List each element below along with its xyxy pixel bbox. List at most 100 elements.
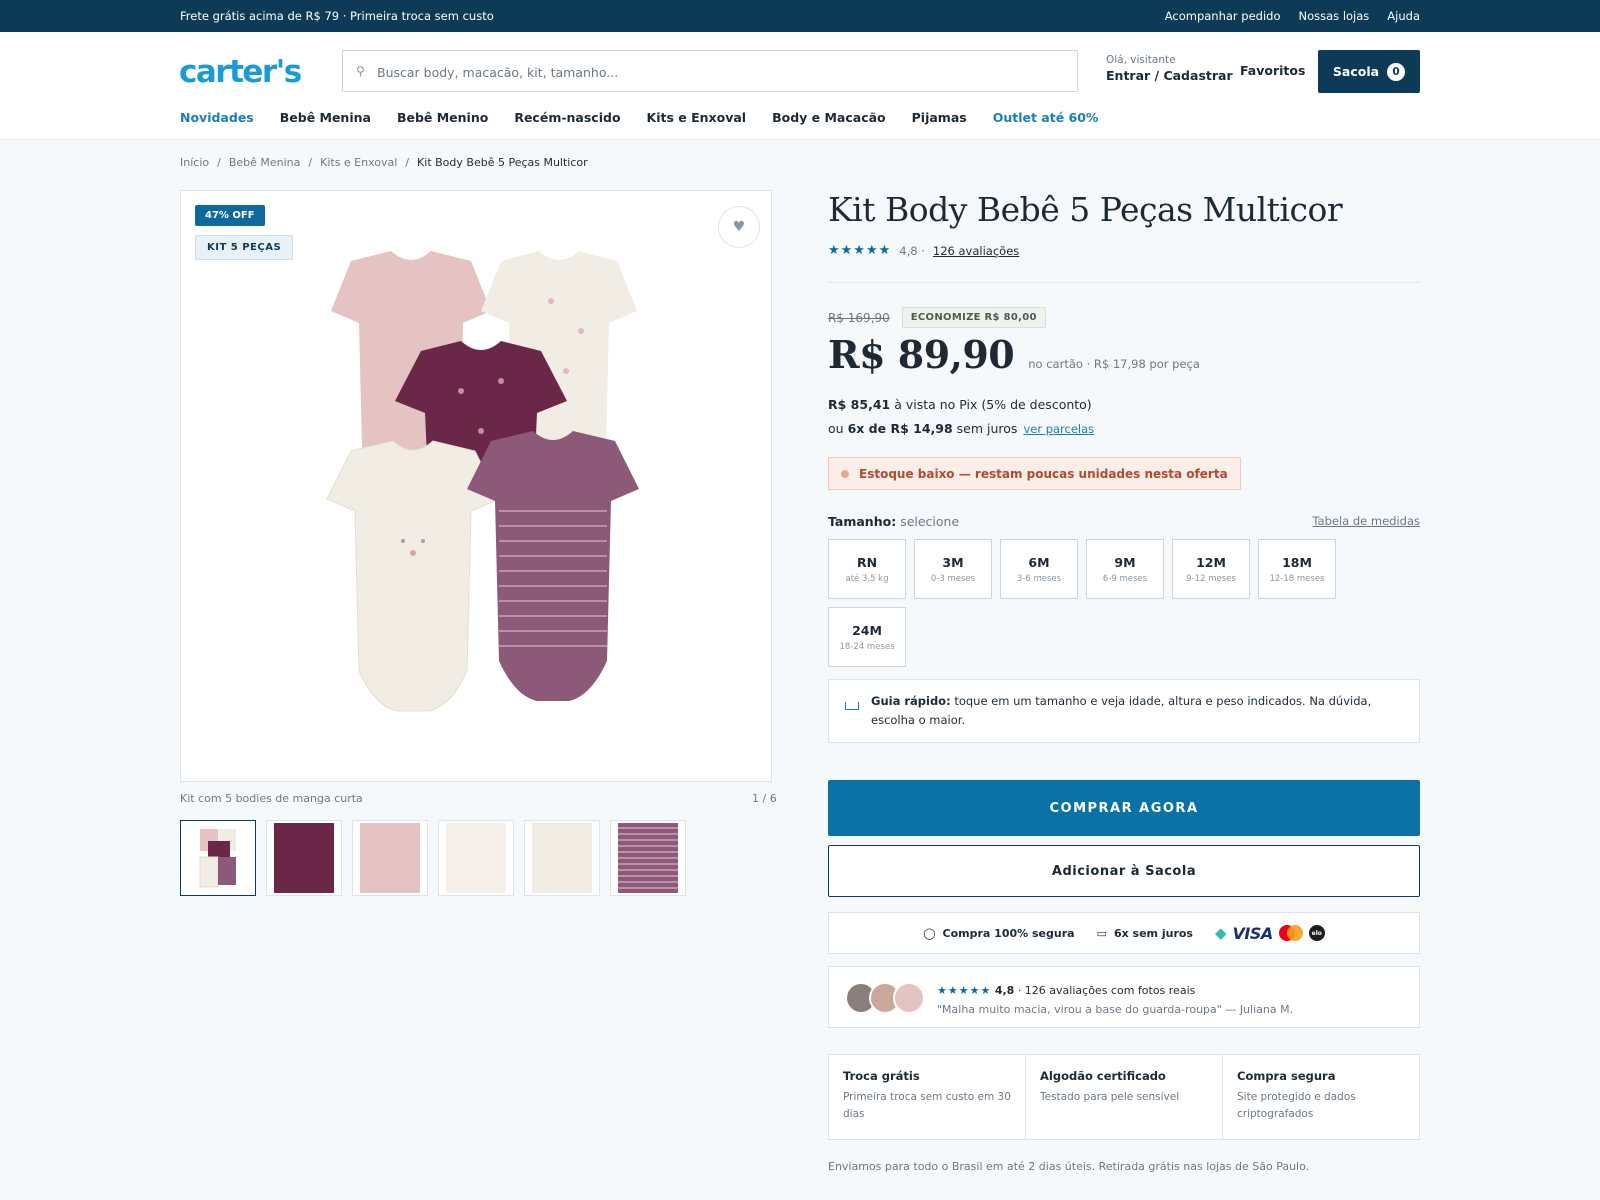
review-score: 4,8 (994, 984, 1015, 997)
breadcrumb: Início / Bebê Menina / Kits e Enxoval / … (180, 156, 588, 169)
promo-text: Frete grátis acima de R$ 79 · Primeira t… (180, 9, 494, 23)
size-desc: 18-24 meses (839, 641, 895, 652)
size-name: 18M (1282, 554, 1312, 570)
feature-secure-purchase: Compra segura Site protegido e dados cri… (1223, 1055, 1419, 1139)
size-option-rn[interactable]: RN até 3,5 kg (828, 539, 906, 599)
bag-label: Sacola (1332, 64, 1380, 79)
product-info: Kit Body Bebê 5 Peças Multicor ★★★★★ 4,8… (828, 190, 1420, 743)
breadcrumb-current: Kit Body Bebê 5 Peças Multicor (417, 156, 588, 169)
size-name: RN (856, 554, 878, 570)
feature-free-exchange: Troca grátis Primeira troca sem custo em… (829, 1055, 1026, 1139)
feature-certified-cotton: Algodão certificado Testado para pele se… (1026, 1055, 1223, 1139)
nav-item-body[interactable]: Body e Macacão (772, 110, 886, 125)
thumbnail-image (199, 829, 236, 888)
pix-text: à vista no Pix (5% de desconto) (894, 397, 1092, 412)
reviews-summary[interactable]: ★★★★★ 4,8 · 126 avaliações com fotos rea… (828, 966, 1420, 1028)
payment-methods: ◆ VISA elo (1215, 924, 1325, 943)
product-image-gallery[interactable]: 47% OFF KIT 5 PEÇAS ♥ (180, 190, 772, 782)
pix-price: R$ 85,41 (828, 397, 891, 412)
size-option-18m[interactable]: 18M 12-18 meses (1258, 539, 1336, 599)
search-icon: ⚲ (356, 64, 365, 78)
payment-options: R$ 85,41 à vista no Pix (5% de desconto)… (828, 393, 1420, 441)
breadcrumb-bebe-menina[interactable]: Bebê Menina (229, 156, 301, 169)
breadcrumb-kits[interactable]: Kits e Enxoval (320, 156, 397, 169)
thumbnail[interactable] (266, 820, 342, 896)
size-name: 9M (1114, 554, 1136, 570)
price: R$ 89,90 (828, 332, 1015, 377)
installments-prefix: ou (828, 421, 844, 436)
add-to-bag-button[interactable]: Adicionar à Sacola (828, 845, 1420, 897)
feature-text: Primeira troca sem custo em 30 dias (843, 1091, 1011, 1120)
product-photo (326, 251, 639, 712)
account[interactable]: Olá, visitante Entrar / Cadastrar (1106, 54, 1233, 83)
size-desc: 9-12 meses (1186, 573, 1236, 584)
top-links: Acompanhar pedido Nossas lojas Ajuda (1165, 9, 1420, 23)
breadcrumb-home[interactable]: Início (180, 156, 209, 169)
rating-row: ★★★★★ 4,8 · 126 avaliações (828, 243, 1420, 258)
size-hint: selecione (900, 514, 960, 529)
size-option-9m[interactable]: 9M 6-9 meses (1086, 539, 1164, 599)
reviews-link[interactable]: 126 avaliações (933, 244, 1019, 258)
secure-text: Compra 100% segura (942, 926, 1075, 940)
rating-value: 4,8 · (899, 243, 925, 258)
old-price: R$ 169,90 (828, 310, 890, 325)
divider (828, 282, 1420, 283)
stock-text: Estoque baixo — restam poucas unidades n… (859, 466, 1228, 481)
thumbnail[interactable] (180, 820, 256, 896)
nav-item-recem-nascido[interactable]: Recém-nascido (514, 110, 620, 125)
feature-text: Testado para pele sensível (1040, 1091, 1180, 1103)
body-striped (467, 431, 639, 701)
heart-icon: ♥ (732, 219, 746, 235)
nav-item-bebe-menino[interactable]: Bebê Menino (397, 110, 488, 125)
alert-dot-icon (841, 469, 849, 478)
review-quote: "Malha muito macia, virou a base do guar… (937, 1003, 1294, 1016)
size-option-12m[interactable]: 12M 9-12 meses (1172, 539, 1250, 599)
buy-now-button[interactable]: COMPRAR AGORA (828, 780, 1420, 836)
thumbnail[interactable] (610, 820, 686, 896)
discount-badge: 47% OFF (195, 205, 265, 226)
search-input[interactable] (377, 61, 1057, 83)
bag-count-badge: 0 (1387, 62, 1406, 81)
image-counter: 1 / 6 (752, 792, 777, 805)
thumbnail-strip (180, 820, 686, 896)
feature-title: Compra segura (1237, 1069, 1336, 1083)
track-order-link[interactable]: Acompanhar pedido (1165, 9, 1281, 23)
thumbnail[interactable] (352, 820, 428, 896)
guide-title: Guia rápido: (871, 694, 951, 708)
help-link[interactable]: Ajuda (1387, 9, 1420, 23)
installments-link[interactable]: ver parcelas (1023, 422, 1094, 436)
size-option-24m[interactable]: 24M 18-24 meses (828, 607, 906, 667)
price-note: no cartão · R$ 17,98 por peça (1028, 357, 1200, 371)
size-name: 3M (942, 554, 964, 570)
installments-badge-text: 6x sem juros (1113, 926, 1193, 940)
installments-suffix: sem juros (956, 421, 1018, 436)
logo[interactable]: carter's (179, 54, 302, 90)
favorites-link[interactable]: Favoritos (1240, 63, 1305, 78)
image-caption: Kit com 5 bodies de manga curta (180, 792, 363, 805)
low-stock-alert: Estoque baixo — restam poucas unidades n… (828, 457, 1241, 490)
thumbnail[interactable] (438, 820, 514, 896)
size-option-6m[interactable]: 6M 3-6 meses (1000, 539, 1078, 599)
installments-value: 6x de R$ 14,98 (847, 421, 953, 436)
nav-item-outlet[interactable]: Outlet até 60% (993, 110, 1099, 125)
thumbnail[interactable] (524, 820, 600, 896)
size-option-3m[interactable]: 3M 0-3 meses (914, 539, 992, 599)
size-selector: RN até 3,5 kg 3M 0-3 meses 6M 3-6 meses 9M 6… (828, 539, 1348, 667)
savings-badge: ECONOMIZE R$ 80,00 (901, 307, 1046, 328)
stores-link[interactable]: Nossas lojas (1299, 9, 1370, 23)
trust-bar: ◯ Compra 100% segura ▭ 6x sem juros ◆ VI… (828, 912, 1420, 954)
nav-item-kits[interactable]: Kits e Enxoval (647, 110, 747, 125)
card-icon: ▭ (1096, 926, 1107, 940)
login-link[interactable]: Entrar / Cadastrar (1106, 68, 1233, 83)
nav-item-pijamas[interactable]: Pijamas (912, 110, 967, 125)
nav-item-novidades[interactable]: Novidades (180, 110, 254, 125)
search-box[interactable]: ⚲ (342, 50, 1078, 92)
bag-button[interactable]: Sacola 0 (1318, 50, 1420, 93)
breadcrumb-separator: / (217, 156, 221, 169)
nav-item-bebe-menina[interactable]: Bebê Menina (280, 110, 371, 125)
feature-text: Site protegido e dados criptografados (1237, 1091, 1356, 1120)
feature-title: Algodão certificado (1040, 1069, 1166, 1083)
wishlist-button[interactable]: ♥ (718, 206, 760, 248)
top-bar: Frete grátis acima de R$ 79 · Primeira t… (0, 0, 1600, 32)
size-chart-link[interactable]: Tabela de medidas (1312, 514, 1420, 529)
